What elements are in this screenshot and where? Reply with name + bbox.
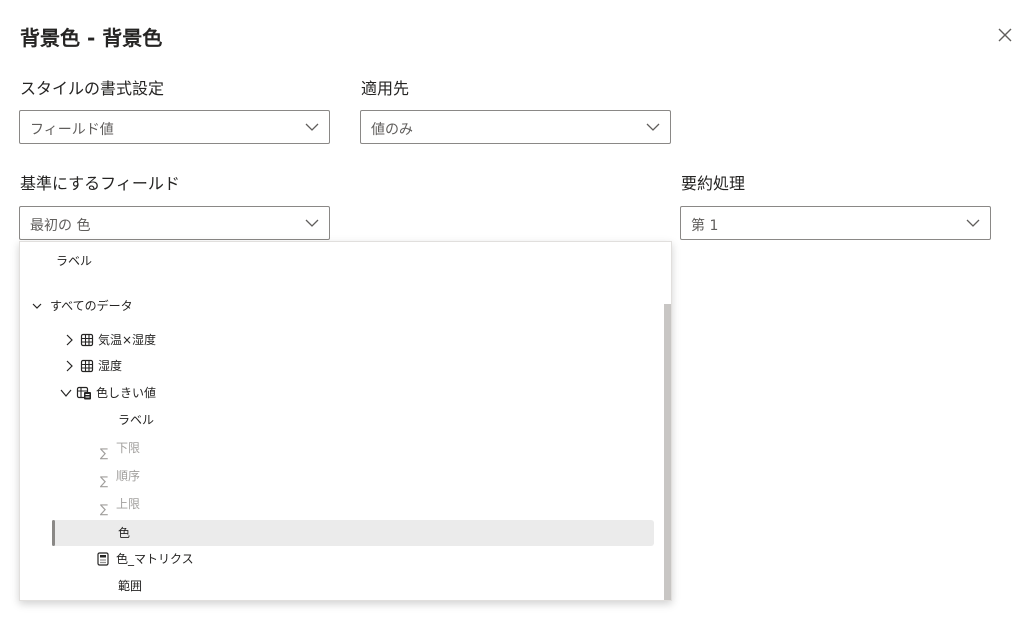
based-on-field-dropdown[interactable]: 最初の 色 [19,206,330,240]
field-name: 上限 [116,497,141,511]
based-on-field-value: 最初の 色 [30,218,91,234]
based-on-field-label: 基準にするフィールド [20,174,180,193]
format-style-value: フィールド値 [30,122,114,138]
scrollbar-thumb[interactable] [664,304,671,600]
summarization-label: 要約処理 [681,174,746,193]
table-icon [80,333,94,347]
format-style-label: スタイルの書式設定 [20,79,165,98]
field-name: 色_マトリクス [116,552,194,566]
selected-field-highlight [52,520,654,546]
all-data-node[interactable]: すべてのデータ [32,294,133,318]
table-name: 気温×湿度 [98,333,157,347]
selected-field-indicator [52,520,55,546]
chevron-down-icon [305,123,319,131]
chevron-right-icon [66,334,73,346]
table-calc-icon [76,386,91,400]
field-list-panel: ラベル すべてのデータ 気温×湿度 湿度 色しきい値 ラベル ∑ 下限 ∑ 順序… [19,241,672,601]
sigma-icon: ∑ [99,474,109,488]
table-icon [80,359,94,373]
field-item[interactable]: 範囲 [118,574,142,598]
apply-to-dropdown[interactable]: 値のみ [360,110,671,144]
chevron-down-icon [966,219,980,227]
summarization-dropdown[interactable]: 第 1 [680,206,991,240]
field-item-selected[interactable]: 色 [118,521,130,545]
close-icon[interactable] [996,26,1014,44]
field-item-disabled: ∑ 順序 [98,464,140,488]
chevron-down-icon [646,123,660,131]
chevron-right-icon [66,360,73,372]
dialog-title: 背景色 - 背景色 [20,26,163,50]
field-list-section-label: ラベル [56,254,93,268]
table-name: 色しきい値 [96,386,157,400]
chevron-down-icon [32,303,42,309]
format-style-dropdown[interactable]: フィールド値 [19,110,330,144]
table-node[interactable]: 湿度 [64,354,122,378]
field-item[interactable]: 色_マトリクス [96,547,194,571]
field-name: 順序 [116,469,141,483]
field-item-disabled: ∑ 上限 [98,492,140,516]
field-name: 下限 [116,441,141,455]
apply-to-label: 適用先 [361,79,410,98]
table-node[interactable]: 気温×湿度 [64,328,156,352]
calculator-icon [97,552,109,566]
table-name: 湿度 [98,359,123,373]
table-node-expanded[interactable]: 色しきい値 [60,381,156,405]
apply-to-value: 値のみ [371,122,413,138]
chevron-down-icon [60,389,72,397]
field-item[interactable]: ラベル [118,408,154,432]
sigma-icon: ∑ [99,502,109,516]
all-data-label: すべてのデータ [50,299,133,313]
field-item-disabled: ∑ 下限 [98,436,140,460]
summarization-value: 第 1 [691,218,719,234]
sigma-icon: ∑ [99,446,109,460]
chevron-down-icon [305,219,319,227]
